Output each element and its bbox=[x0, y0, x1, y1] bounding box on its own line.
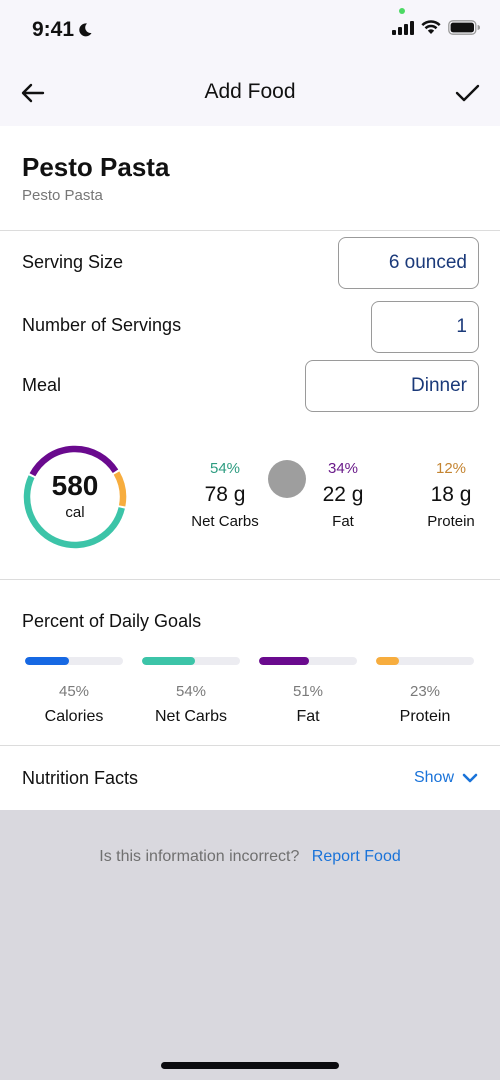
goal-progress-fill bbox=[142, 657, 195, 665]
goal-name: Protein bbox=[399, 708, 451, 725]
macro-fat: 34% 22 g Fat bbox=[293, 460, 393, 530]
goal-name: Net Carbs bbox=[154, 708, 228, 725]
goal-percent: 51% bbox=[292, 683, 324, 700]
home-indicator[interactable] bbox=[161, 1062, 339, 1069]
food-subtitle: Pesto Pasta bbox=[22, 187, 103, 204]
goal-progress-fill bbox=[259, 657, 309, 665]
calories-unit: cal bbox=[65, 504, 85, 521]
show-label: Show bbox=[413, 769, 454, 786]
goal-progress-fill bbox=[376, 657, 399, 665]
goal-progress-track bbox=[25, 657, 123, 665]
status-icons bbox=[392, 20, 480, 35]
number-of-servings-field[interactable]: 1 bbox=[371, 301, 479, 353]
goal-percent: 45% bbox=[58, 683, 90, 700]
divider bbox=[0, 579, 500, 580]
divider bbox=[0, 745, 500, 746]
macro-pct: 54% bbox=[209, 460, 241, 477]
report-food-link[interactable]: Report Food bbox=[312, 848, 401, 865]
goal-net-carbs: 54% Net Carbs bbox=[142, 657, 240, 726]
macro-pct: 12% bbox=[435, 460, 467, 477]
goal-progress-fill bbox=[25, 657, 70, 665]
macro-grams: 22 g bbox=[322, 483, 364, 506]
number-of-servings-label: Number of Servings bbox=[22, 315, 182, 335]
privacy-indicator-dot bbox=[399, 8, 405, 14]
food-name: Pesto Pasta bbox=[22, 152, 170, 182]
chevron-down-icon bbox=[462, 773, 478, 783]
serving-size-field[interactable]: 6 ounced bbox=[338, 237, 479, 289]
macro-grams: 78 g bbox=[204, 483, 246, 506]
nutrition-facts-title: Nutrition Facts bbox=[22, 768, 139, 788]
macro-protein: 12% 18 g Protein bbox=[401, 460, 500, 530]
time-text: 9:41 bbox=[32, 18, 75, 41]
macro-grams: 18 g bbox=[430, 483, 472, 506]
checkmark-icon[interactable] bbox=[452, 78, 482, 108]
macro-net-carbs: 54% 78 g Net Carbs bbox=[175, 460, 275, 530]
macro-name: Net Carbs bbox=[191, 513, 259, 530]
meal-field[interactable]: Dinner bbox=[305, 360, 479, 412]
moon-icon bbox=[79, 23, 92, 37]
goal-progress-track bbox=[259, 657, 357, 665]
daily-goals-title: Percent of Daily Goals bbox=[22, 611, 202, 631]
goal-name: Fat bbox=[296, 708, 320, 725]
goal-calories: 45% Calories bbox=[25, 657, 123, 726]
macro-pct: 34% bbox=[327, 460, 359, 477]
macro-name: Fat bbox=[332, 513, 354, 530]
goal-name: Calories bbox=[44, 708, 104, 725]
calories-value: 580 bbox=[51, 470, 99, 501]
goal-progress-track bbox=[376, 657, 474, 665]
meal-label: Meal bbox=[22, 375, 62, 395]
goal-fat: 51% Fat bbox=[259, 657, 357, 726]
serving-size-label: Serving Size bbox=[22, 252, 124, 272]
page-title: Add Food bbox=[204, 80, 296, 103]
goal-protein: 23% Protein bbox=[376, 657, 474, 726]
macro-name: Protein bbox=[427, 513, 475, 530]
report-question: Is this information incorrect? bbox=[99, 848, 300, 865]
divider bbox=[0, 230, 500, 231]
status-time: 9:41 bbox=[32, 18, 93, 42]
show-nutrition-facts-button[interactable]: Show bbox=[414, 769, 478, 787]
navigation-bar: Add Food bbox=[0, 60, 500, 126]
signal-icon bbox=[392, 20, 414, 35]
status-bar: 9:41 bbox=[0, 0, 500, 60]
food-details-card: Pesto Pasta Pesto Pasta Serving Size 6 o… bbox=[0, 126, 500, 810]
report-row: Is this information incorrect? Report Fo… bbox=[0, 848, 500, 866]
goal-progress-track bbox=[142, 657, 240, 665]
calorie-ring: 580 cal bbox=[22, 444, 128, 550]
battery-icon bbox=[448, 20, 480, 35]
goal-percent: 23% bbox=[409, 683, 441, 700]
wifi-icon bbox=[421, 20, 441, 34]
goal-percent: 54% bbox=[175, 683, 207, 700]
